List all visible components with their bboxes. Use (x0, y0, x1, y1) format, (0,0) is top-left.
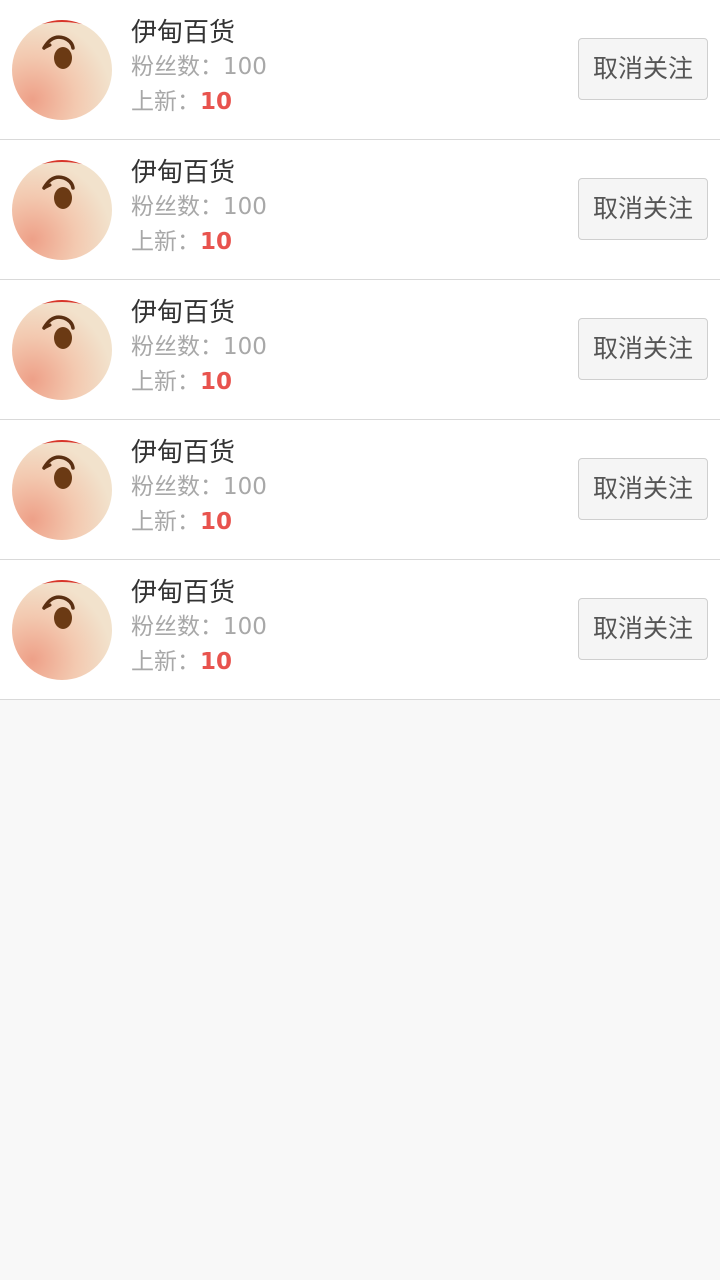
new-line: 上新：10 (131, 225, 267, 260)
fans-label: 粉丝数： (131, 614, 223, 640)
shop-list-item[interactable]: 伊甸百货 粉丝数：100 上新：10 取消关注 (0, 280, 720, 420)
shop-name: 伊甸百货 (131, 298, 236, 328)
shop-avatar[interactable] (12, 440, 112, 540)
new-count: 10 (200, 649, 233, 675)
new-line: 上新：10 (131, 85, 267, 120)
fans-count: 100 (223, 474, 267, 500)
fans-count: 100 (223, 194, 267, 220)
new-count: 10 (200, 509, 233, 535)
shop-name: 伊甸百货 (131, 438, 236, 468)
new-line: 上新：10 (131, 365, 267, 400)
fans-line: 粉丝数：100 (131, 610, 267, 645)
new-label: 上新： (131, 649, 200, 675)
avatar-illustration (12, 440, 112, 540)
shop-list-item[interactable]: 伊甸百货 粉丝数：100 上新：10 取消关注 (0, 420, 720, 560)
shop-info: 伊甸百货 粉丝数：100 上新：10 (131, 436, 267, 540)
fans-label: 粉丝数： (131, 334, 223, 360)
fans-label: 粉丝数： (131, 474, 223, 500)
unfollow-button[interactable]: 取消关注 (578, 38, 708, 100)
shop-info: 伊甸百货 粉丝数：100 上新：10 (131, 16, 267, 120)
avatar-illustration (12, 20, 112, 120)
fans-line: 粉丝数：100 (131, 330, 267, 365)
unfollow-button[interactable]: 取消关注 (578, 598, 708, 660)
followed-shop-list: 伊甸百货 粉丝数：100 上新：10 取消关注 伊甸百货 粉丝数：100 上新：… (0, 0, 720, 700)
avatar-illustration (12, 160, 112, 260)
fans-count: 100 (223, 334, 267, 360)
shop-avatar[interactable] (12, 580, 112, 680)
unfollow-button[interactable]: 取消关注 (578, 178, 708, 240)
unfollow-button[interactable]: 取消关注 (578, 458, 708, 520)
new-label: 上新： (131, 369, 200, 395)
unfollow-button[interactable]: 取消关注 (578, 318, 708, 380)
shop-avatar[interactable] (12, 160, 112, 260)
new-label: 上新： (131, 229, 200, 255)
new-label: 上新： (131, 509, 200, 535)
shop-avatar[interactable] (12, 20, 112, 120)
avatar-illustration (12, 580, 112, 680)
new-count: 10 (200, 89, 233, 115)
shop-name: 伊甸百货 (131, 578, 236, 608)
shop-name: 伊甸百货 (131, 18, 236, 48)
new-line: 上新：10 (131, 645, 267, 680)
fans-line: 粉丝数：100 (131, 190, 267, 225)
shop-list-item[interactable]: 伊甸百货 粉丝数：100 上新：10 取消关注 (0, 140, 720, 280)
new-count: 10 (200, 369, 233, 395)
shop-name: 伊甸百货 (131, 158, 236, 188)
avatar-illustration (12, 300, 112, 400)
shop-list-item[interactable]: 伊甸百货 粉丝数：100 上新：10 取消关注 (0, 0, 720, 140)
shop-list-item[interactable]: 伊甸百货 粉丝数：100 上新：10 取消关注 (0, 560, 720, 700)
shop-info: 伊甸百货 粉丝数：100 上新：10 (131, 296, 267, 400)
fans-count: 100 (223, 54, 267, 80)
fans-label: 粉丝数： (131, 54, 223, 80)
new-count: 10 (200, 229, 233, 255)
shop-info: 伊甸百货 粉丝数：100 上新：10 (131, 576, 267, 680)
fans-label: 粉丝数： (131, 194, 223, 220)
shop-info: 伊甸百货 粉丝数：100 上新：10 (131, 156, 267, 260)
fans-line: 粉丝数：100 (131, 470, 267, 505)
shop-avatar[interactable] (12, 300, 112, 400)
new-label: 上新： (131, 89, 200, 115)
fans-count: 100 (223, 614, 267, 640)
fans-line: 粉丝数：100 (131, 50, 267, 85)
new-line: 上新：10 (131, 505, 267, 540)
